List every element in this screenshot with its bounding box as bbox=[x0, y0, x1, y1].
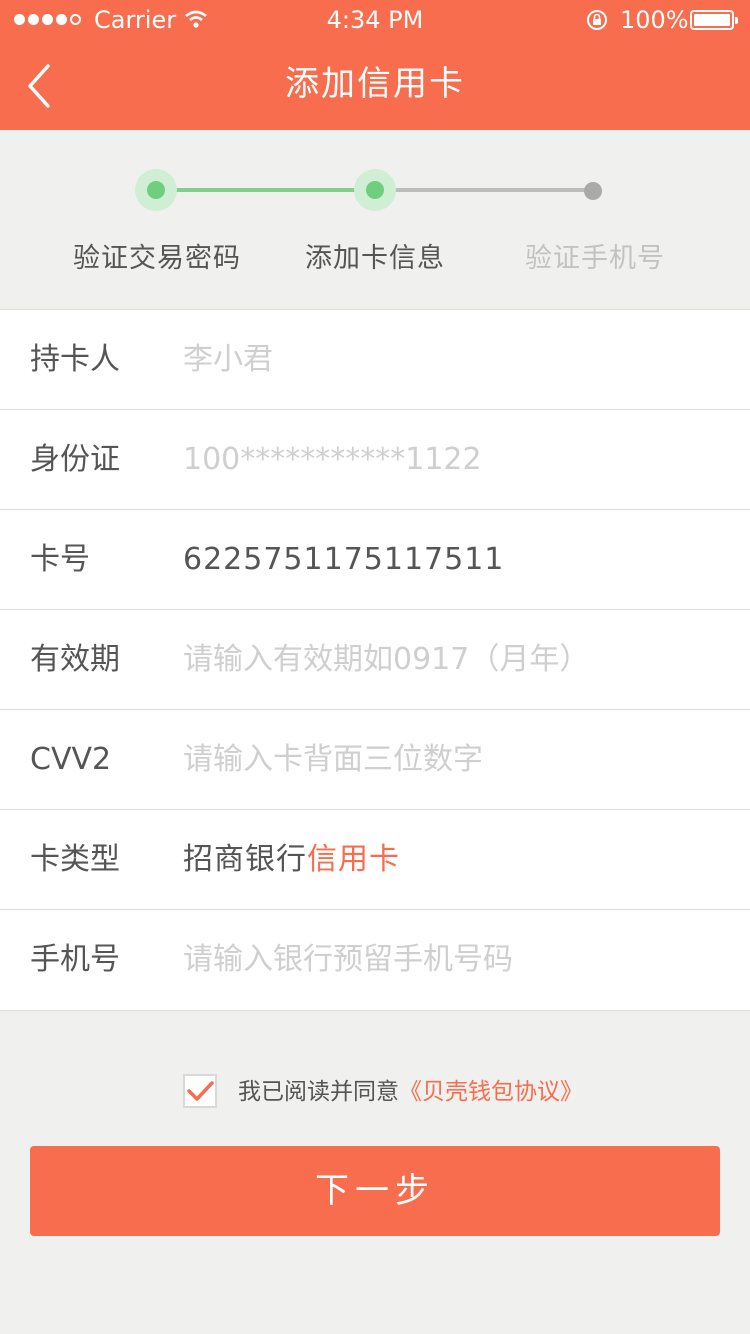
rotation-lock-icon bbox=[587, 10, 607, 30]
card-number-label: 卡号 bbox=[30, 542, 90, 577]
step-3-indicator bbox=[584, 182, 602, 200]
card-form: 持卡人 李小君 身份证 100***********1122 卡号 622575… bbox=[0, 309, 750, 1011]
card-number-row[interactable]: 卡号 6225751175117511 bbox=[0, 510, 750, 610]
agreement-link[interactable]: 《贝壳钱包协议》 bbox=[399, 1079, 583, 1105]
cardholder-field[interactable]: 李小君 bbox=[183, 310, 273, 410]
battery-percentage: 100% bbox=[620, 6, 689, 34]
id-number-row[interactable]: 身份证 100***********1122 bbox=[0, 410, 750, 510]
step-1-label: 验证交易密码 bbox=[73, 243, 241, 274]
checkmark-icon bbox=[187, 1081, 214, 1101]
card-kind: 信用卡 bbox=[307, 842, 400, 877]
cvv2-row[interactable]: CVV2 请输入卡背面三位数字 bbox=[0, 710, 750, 810]
progress-stepper: 验证交易密码 添加卡信息 验证手机号 bbox=[0, 130, 750, 310]
step-2-indicator bbox=[354, 169, 396, 211]
step-2-label: 添加卡信息 bbox=[305, 243, 445, 274]
card-number-field[interactable]: 6225751175117511 bbox=[183, 510, 504, 610]
bank-name: 招商银行 bbox=[183, 842, 307, 877]
expiry-label: 有效期 bbox=[30, 642, 120, 677]
step-3-label: 验证手机号 bbox=[525, 243, 665, 274]
step-1-indicator bbox=[135, 169, 177, 211]
step-connector-pending bbox=[376, 188, 594, 192]
expiry-row[interactable]: 有效期 请输入有效期如0917（月年） bbox=[0, 610, 750, 710]
page-title: 添加信用卡 bbox=[285, 64, 465, 104]
cvv2-label: CVV2 bbox=[30, 742, 112, 777]
cardholder-label: 持卡人 bbox=[30, 342, 120, 377]
phone-field[interactable]: 请输入银行预留手机号码 bbox=[183, 910, 513, 1010]
battery-icon bbox=[690, 10, 738, 30]
card-type-row: 卡类型 招商银行信用卡 bbox=[0, 810, 750, 910]
id-number-label: 身份证 bbox=[30, 442, 120, 477]
cardholder-row[interactable]: 持卡人 李小君 bbox=[0, 310, 750, 410]
status-bar: Carrier 4:34 PM 100% bbox=[0, 0, 750, 40]
top-bar: Carrier 4:34 PM 100% 添加信用卡 bbox=[0, 0, 750, 130]
agreement: 我已阅读并同意《贝壳钱包协议》 bbox=[183, 1074, 603, 1110]
phone-label: 手机号 bbox=[30, 942, 120, 977]
phone-row[interactable]: 手机号 请输入银行预留手机号码 bbox=[0, 910, 750, 1011]
cvv2-field[interactable]: 请输入卡背面三位数字 bbox=[183, 710, 483, 810]
agreement-prefix: 我已阅读并同意 bbox=[238, 1079, 399, 1105]
expiry-field[interactable]: 请输入有效期如0917（月年） bbox=[183, 610, 589, 710]
agreement-text: 我已阅读并同意《贝壳钱包协议》 bbox=[238, 1074, 583, 1110]
card-type-value: 招商银行信用卡 bbox=[183, 810, 400, 910]
id-number-field[interactable]: 100***********1122 bbox=[183, 410, 482, 510]
agreement-checkbox[interactable] bbox=[183, 1074, 217, 1108]
card-type-label: 卡类型 bbox=[30, 842, 120, 877]
step-connector-done bbox=[156, 188, 376, 192]
next-step-button[interactable]: 下一步 bbox=[30, 1146, 720, 1236]
